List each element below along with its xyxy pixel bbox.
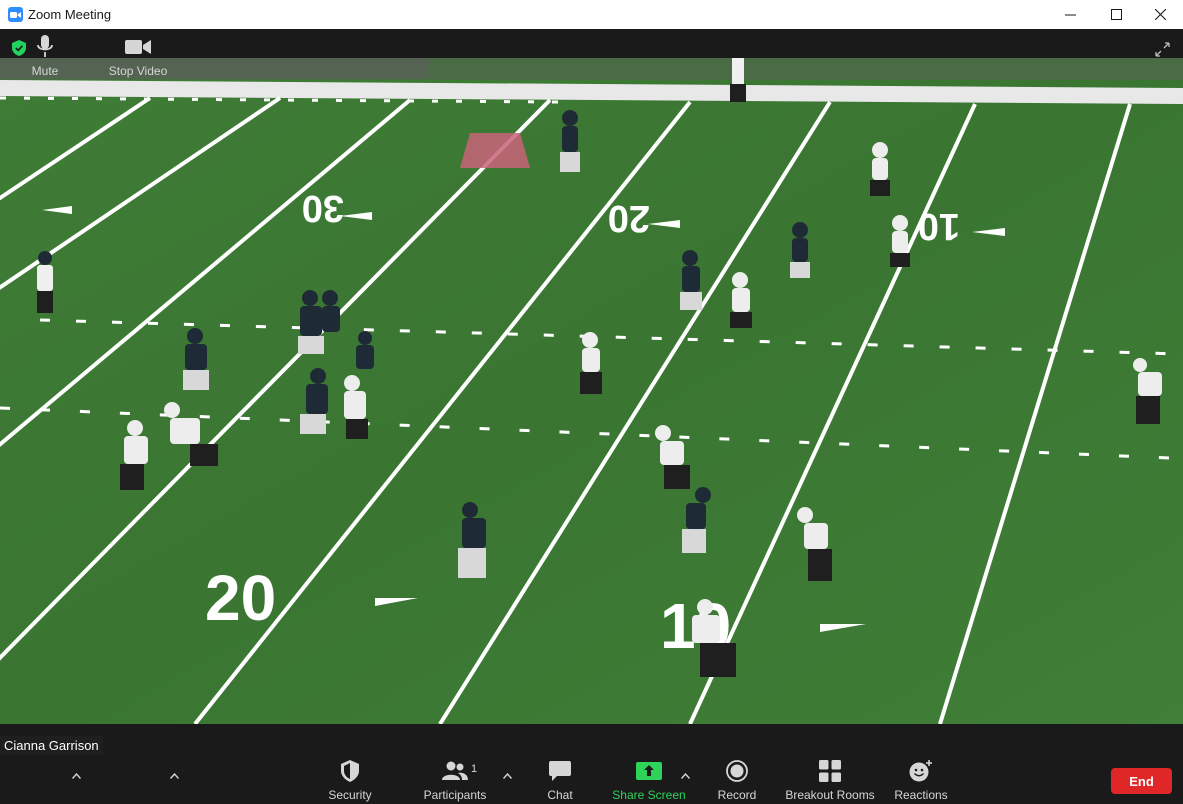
- chat-button[interactable]: Chat: [540, 758, 580, 804]
- record-label: Record: [717, 788, 757, 802]
- video-options-caret[interactable]: [169, 766, 182, 779]
- meeting-top-strip: [0, 29, 1183, 58]
- record-icon: [726, 758, 748, 784]
- referee-sideline: [730, 58, 746, 102]
- participants-icon: [442, 758, 468, 784]
- audio-options-caret[interactable]: [71, 766, 84, 779]
- chat-label: Chat: [547, 788, 573, 802]
- participants-count: 1: [471, 763, 478, 775]
- zoom-app-icon: [8, 7, 23, 22]
- yard-number: 20: [608, 197, 650, 239]
- window-title: Zoom Meeting: [28, 7, 112, 22]
- share-screen-icon: [636, 758, 662, 784]
- breakout-rooms-grid-icon: [819, 758, 841, 784]
- yard-number: 10: [918, 205, 960, 247]
- share-screen-button[interactable]: Share Screen: [610, 758, 688, 804]
- security-shield-icon: [341, 758, 359, 784]
- reactions-label: Reactions: [894, 788, 948, 802]
- smiley-plus-icon: [909, 758, 933, 784]
- participants-options-caret[interactable]: [502, 766, 515, 779]
- reactions-button[interactable]: Reactions: [892, 758, 950, 804]
- participants-label: Participants: [423, 788, 487, 802]
- meeting-toolbar: [0, 724, 1183, 804]
- microphone-icon: [37, 34, 53, 60]
- fullscreen-icon[interactable]: [1155, 42, 1170, 57]
- share-options-caret[interactable]: [680, 766, 693, 779]
- chat-bubble-icon: [549, 758, 571, 784]
- participants-button[interactable]: Participants: [418, 758, 492, 804]
- minimize-button[interactable]: [1047, 0, 1093, 29]
- title-bar: Zoom Meeting: [0, 0, 1183, 29]
- mute-button[interactable]: Mute: [23, 34, 67, 80]
- stop-video-label: Stop Video: [108, 64, 168, 78]
- maximize-button[interactable]: [1093, 0, 1139, 29]
- security-button[interactable]: Security: [322, 758, 378, 804]
- chevron-up-icon: [502, 772, 513, 779]
- football-field-scene: 30 20 10 20 10: [0, 58, 1183, 724]
- chevron-up-icon: [680, 772, 691, 779]
- field-logo: [460, 133, 530, 168]
- chevron-up-icon: [169, 772, 180, 779]
- share-screen-label: Share Screen: [612, 788, 686, 802]
- end-meeting-button[interactable]: End: [1111, 768, 1172, 794]
- video-camera-icon: [125, 34, 151, 60]
- breakout-rooms-label: Breakout Rooms: [785, 788, 875, 802]
- record-button[interactable]: Record: [714, 758, 760, 804]
- security-label: Security: [328, 788, 372, 802]
- participant-name-tag: Cianna Garrison: [0, 736, 103, 755]
- breakout-rooms-button[interactable]: Breakout Rooms: [784, 758, 876, 804]
- video-feed[interactable]: 30 20 10 20 10: [0, 58, 1183, 724]
- mute-label: Mute: [31, 64, 59, 78]
- chevron-up-icon: [71, 772, 82, 779]
- yard-number: 30: [302, 187, 344, 229]
- close-button[interactable]: [1137, 0, 1183, 29]
- stop-video-button[interactable]: Stop Video: [104, 34, 172, 80]
- yard-number: 20: [205, 562, 276, 634]
